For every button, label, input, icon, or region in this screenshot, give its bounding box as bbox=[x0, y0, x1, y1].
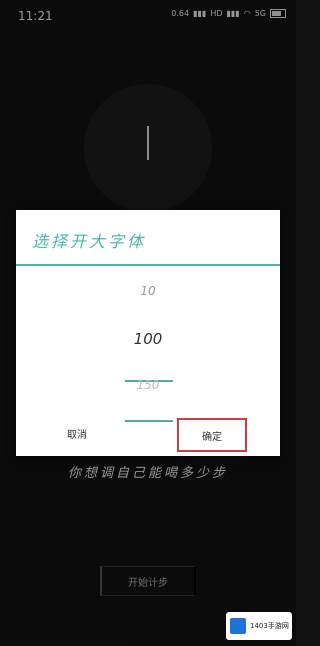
picker-next-value[interactable]: 150 bbox=[16, 378, 280, 392]
ok-button[interactable]: 确定 bbox=[177, 418, 247, 452]
watermark: 1403手游网 bbox=[226, 612, 292, 640]
dialog-divider bbox=[16, 264, 280, 266]
picker-selected-value[interactable]: 100 bbox=[16, 330, 280, 348]
dialog-title: 选择开大字体 bbox=[32, 232, 147, 251]
number-picker[interactable]: 10 100 150 bbox=[16, 272, 280, 422]
picker-selection-bottom-line bbox=[125, 420, 173, 422]
picker-prev-value[interactable]: 10 bbox=[16, 284, 280, 298]
watermark-logo-icon bbox=[230, 618, 246, 634]
cancel-button[interactable]: 取消 bbox=[34, 420, 120, 446]
picker-dialog: 选择开大字体 10 100 150 取消 确定 bbox=[16, 210, 280, 456]
watermark-text: 1403手游网 bbox=[250, 622, 289, 630]
